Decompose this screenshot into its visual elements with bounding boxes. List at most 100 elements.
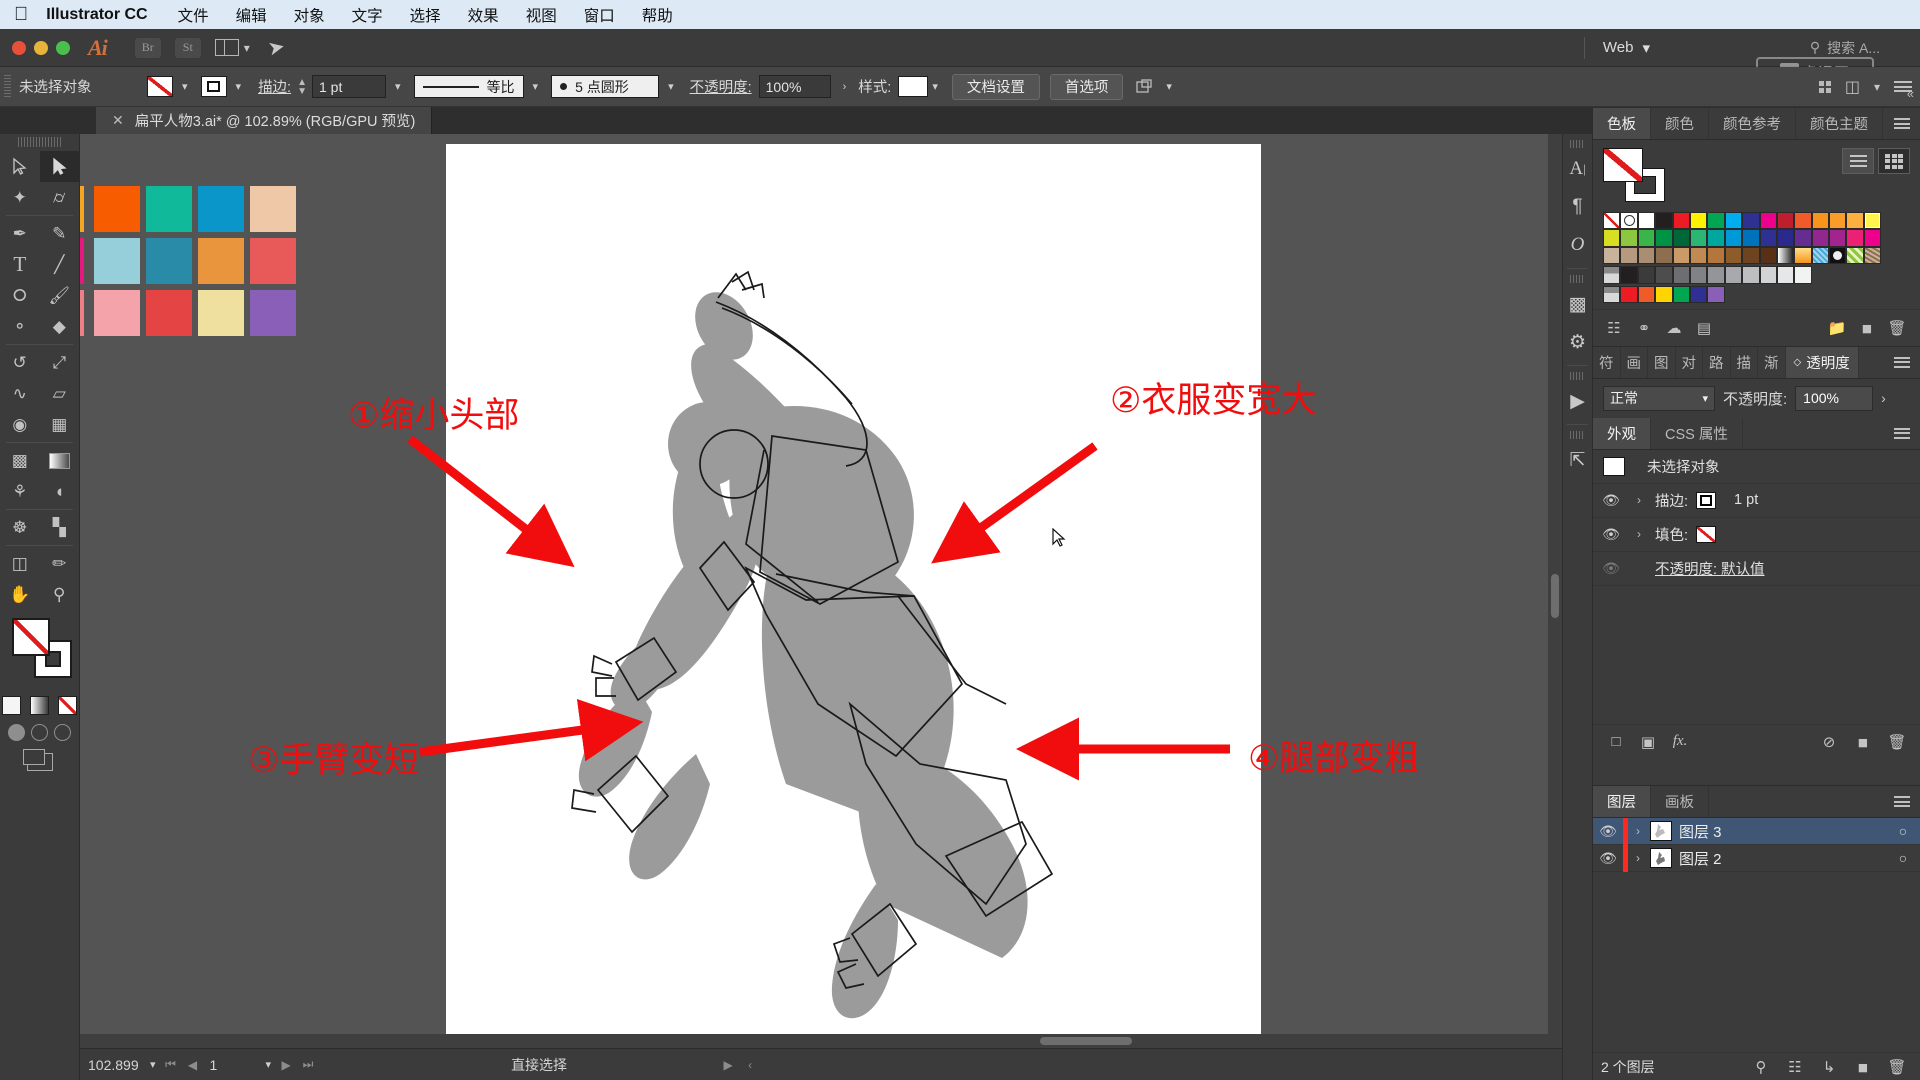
palette-swatch[interactable] — [198, 186, 244, 232]
artboard-tool[interactable]: ◫ — [0, 548, 40, 579]
change-screen-mode-icon[interactable] — [22, 749, 53, 771]
none-swatch-button[interactable] — [58, 696, 77, 715]
palette-swatch[interactable] — [146, 290, 192, 336]
stroke-profile-chevron-icon[interactable]: ▾ — [529, 80, 543, 93]
close-window-button[interactable] — [12, 40, 26, 55]
eraser-tool[interactable]: ◆ — [40, 311, 80, 342]
fill-visibility-eye-icon[interactable]: 👁 — [1599, 526, 1623, 543]
swatch-darkred[interactable] — [1776, 212, 1795, 230]
search-adobe-stock[interactable]: ⚲ 搜索 A... — [1810, 38, 1880, 58]
selection-tool[interactable] — [0, 151, 40, 182]
swatch-pattern-green[interactable] — [1846, 246, 1864, 265]
delete-layer-icon[interactable]: 🗑 — [1882, 1058, 1912, 1076]
palette-swatch[interactable] — [94, 290, 140, 336]
layer-expand-chevron-icon[interactable]: › — [1630, 851, 1646, 865]
character-panel-icon[interactable]: A | — [1563, 150, 1592, 188]
transform-chevron-icon[interactable]: ▾ — [1874, 80, 1880, 94]
swatch-blue[interactable] — [1742, 212, 1760, 230]
delete-item-icon[interactable]: 🗑 — [1882, 730, 1912, 754]
width-tool[interactable]: ∿ — [0, 378, 40, 409]
mesh-tool[interactable]: ▩ — [0, 445, 40, 476]
swatch-black[interactable] — [1655, 212, 1673, 230]
swatch-yellow[interactable] — [1689, 212, 1708, 230]
swatch-group-grays[interactable] — [1603, 266, 1621, 284]
gradient-swatch-button[interactable] — [30, 696, 49, 715]
transform-panel-icon[interactable]: ◫ — [1845, 77, 1860, 97]
expand-panels-icon[interactable]: ⇱ — [1563, 441, 1592, 479]
swatch-bright-yellow[interactable] — [1655, 285, 1673, 303]
create-sublayer-icon[interactable]: ↳ — [1814, 1058, 1844, 1076]
layer-row[interactable]: 👁 › 图层 3 ○ — [1593, 817, 1920, 845]
layer-target-indicator[interactable]: ○ — [1886, 850, 1920, 866]
direct-selection-tool[interactable] — [39, 151, 79, 182]
swatch-bright-green[interactable] — [1672, 285, 1690, 303]
fill-color-indicator[interactable] — [12, 618, 50, 656]
swatch-gray-10[interactable] — [1776, 266, 1795, 284]
panel-opacity-field[interactable]: 100% — [1795, 385, 1874, 411]
actions-gear-icon[interactable]: ⚙ — [1563, 323, 1592, 361]
minimize-window-button[interactable] — [34, 40, 48, 55]
swatch-lime[interactable] — [1603, 229, 1621, 247]
menu-window[interactable]: 窗口 — [584, 4, 615, 26]
stroke-weight-group[interactable]: ▲ ▼ 1 pt ▾ — [297, 75, 404, 98]
swatch-bright-red[interactable] — [1620, 285, 1638, 303]
swatch-none[interactable] — [1603, 212, 1621, 230]
swatch-tan3[interactable] — [1637, 246, 1656, 265]
new-swatch-icon[interactable]: ◾ — [1852, 316, 1882, 340]
swatch-gray-60[interactable] — [1689, 266, 1708, 284]
swatch-tan[interactable] — [1603, 246, 1621, 265]
menu-object[interactable]: 对象 — [294, 4, 325, 26]
swatch-blue2[interactable] — [1742, 229, 1760, 247]
opentype-panel-icon[interactable]: O — [1563, 226, 1592, 264]
canvas-area[interactable]: ①缩小头部 ②衣服变宽大 ③手臂变短 ④腿部变粗 — [80, 134, 1562, 1048]
swatch-gray-40[interactable] — [1724, 266, 1743, 284]
next-artboard-button[interactable]: ▶ — [275, 1058, 297, 1072]
swatch-tan4[interactable] — [1672, 246, 1690, 265]
appearance-fill-swatch[interactable] — [1696, 525, 1717, 543]
swatch-navy2[interactable] — [1776, 229, 1795, 247]
menu-edit[interactable]: 编辑 — [236, 4, 267, 26]
play-actions-icon[interactable]: ▶ — [1563, 382, 1592, 420]
create-new-layer-icon[interactable]: ◾ — [1848, 1058, 1878, 1076]
zoom-level-field[interactable]: 102.899 — [80, 1057, 146, 1073]
swatch-brown2[interactable] — [1707, 246, 1725, 265]
swatch-pink[interactable] — [1846, 229, 1864, 247]
scale-tool[interactable]: ⤢ — [40, 347, 80, 378]
tab-graphic-styles[interactable]: 图 — [1648, 346, 1676, 378]
swatch-pink2[interactable] — [1863, 229, 1882, 247]
stock-app-icon[interactable]: St — [174, 37, 201, 58]
blend-mode-select[interactable]: 正常 ▾ — [1603, 385, 1715, 411]
bridge-app-icon[interactable]: Br — [134, 37, 161, 58]
align-chevron-icon[interactable]: ▾ — [1162, 80, 1176, 93]
swatch-green3[interactable] — [1655, 229, 1673, 247]
swatch-magenta[interactable] — [1759, 212, 1777, 230]
swatch-tan5[interactable] — [1689, 246, 1708, 265]
grid-view-icon[interactable] — [1878, 148, 1910, 174]
stroke-weight-value[interactable]: 1 pt — [312, 75, 386, 98]
zoom-tool[interactable]: ⚲ — [40, 579, 80, 610]
swatch-teal[interactable] — [1689, 229, 1708, 247]
opacity-options-chevron-icon[interactable]: › — [1881, 390, 1886, 406]
swatch-orange2[interactable] — [1829, 212, 1847, 230]
make-clipping-mask-icon[interactable]: ☷ — [1780, 1058, 1810, 1076]
artboard-chevron-icon[interactable]: ▾ — [262, 1058, 276, 1071]
color-swatch-button[interactable] — [2, 696, 21, 715]
stroke-expand-chevron-icon[interactable]: › — [1631, 493, 1647, 507]
swatch-group-brights[interactable] — [1603, 285, 1621, 303]
lasso-tool[interactable]: ⌭ — [40, 182, 80, 213]
line-segment-tool[interactable]: ╱ — [40, 249, 80, 280]
last-artboard-button[interactable]: ⏭ — [297, 1057, 319, 1072]
rail-grip-2[interactable] — [1570, 275, 1585, 283]
layer-row[interactable]: 👁 › 图层 2 ○ — [1593, 844, 1920, 872]
list-view-icon[interactable] — [1842, 148, 1874, 174]
arrange-chevron-down-icon[interactable]: ▾ — [244, 41, 250, 55]
behance-bird-icon[interactable]: ➤ — [265, 34, 287, 62]
workspace-switcher[interactable]: Web ▾ — [1583, 36, 1650, 59]
swatch-pattern-brown[interactable] — [1863, 246, 1882, 265]
menu-select[interactable]: 选择 — [410, 4, 441, 26]
swatch-pattern-blue[interactable] — [1811, 246, 1830, 265]
swatch-options-icon[interactable]: ▤ — [1689, 316, 1719, 340]
color-group-icon[interactable]: ⚭ — [1629, 316, 1659, 340]
layer-target-indicator[interactable]: ○ — [1886, 823, 1920, 839]
appearance-fill-row[interactable]: 👁 › 填色: — [1593, 518, 1920, 552]
